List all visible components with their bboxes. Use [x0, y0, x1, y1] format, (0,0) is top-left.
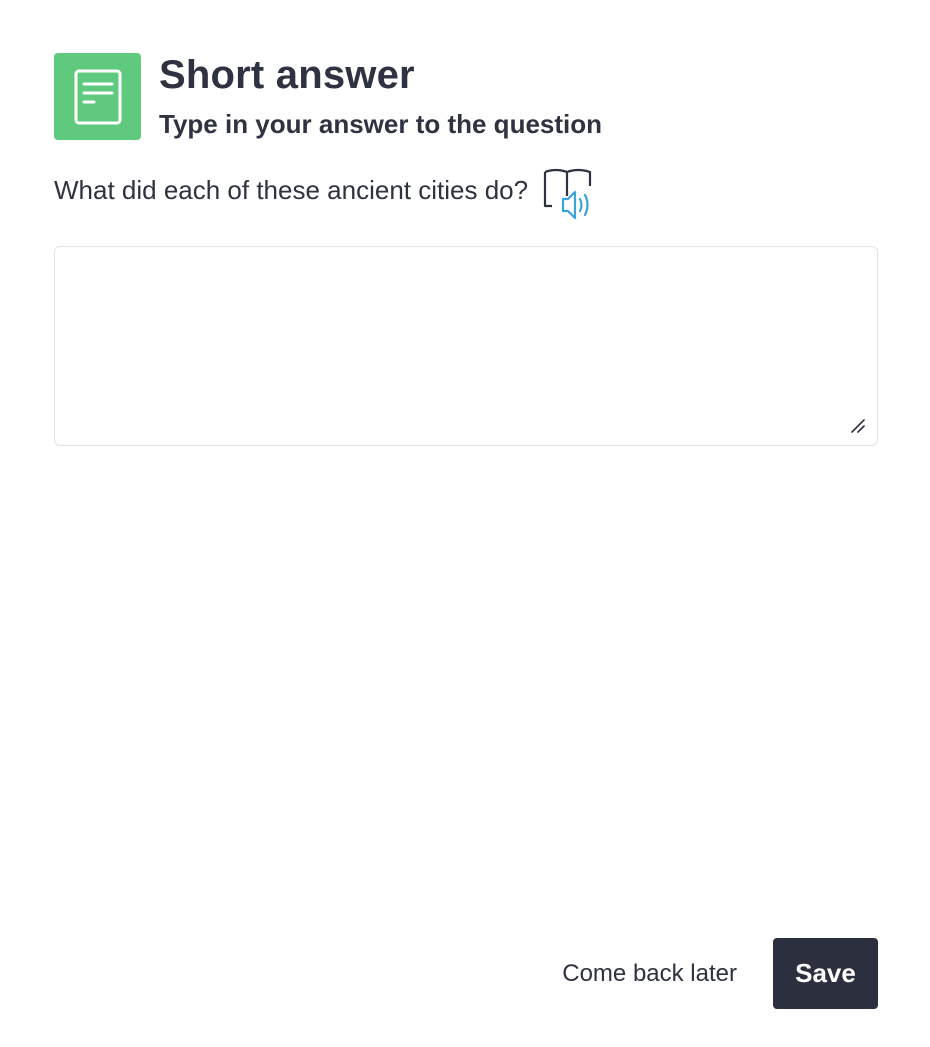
page-subtitle: Type in your answer to the question: [159, 109, 603, 139]
answer-input[interactable]: [55, 247, 877, 445]
page-title: Short answer: [159, 53, 415, 97]
come-back-later-button[interactable]: Come back later: [562, 960, 737, 988]
short-answer-page: Short answer Type in your answer to the …: [0, 0, 930, 1047]
resize-handle-icon[interactable]: [849, 417, 867, 435]
read-aloud-icon[interactable]: [542, 166, 596, 220]
header-text: Short answer Type in your answer to the …: [159, 53, 602, 139]
question-header: Short answer Type in your answer to the …: [54, 53, 602, 140]
question-row: What did each of these ancient cities do…: [54, 166, 596, 220]
answer-box: [54, 246, 878, 446]
save-button[interactable]: Save: [773, 938, 878, 1009]
footer-actions: Come back later Save: [562, 938, 878, 1009]
question-text: What did each of these ancient cities do…: [54, 175, 529, 205]
short-answer-icon: [54, 53, 141, 140]
